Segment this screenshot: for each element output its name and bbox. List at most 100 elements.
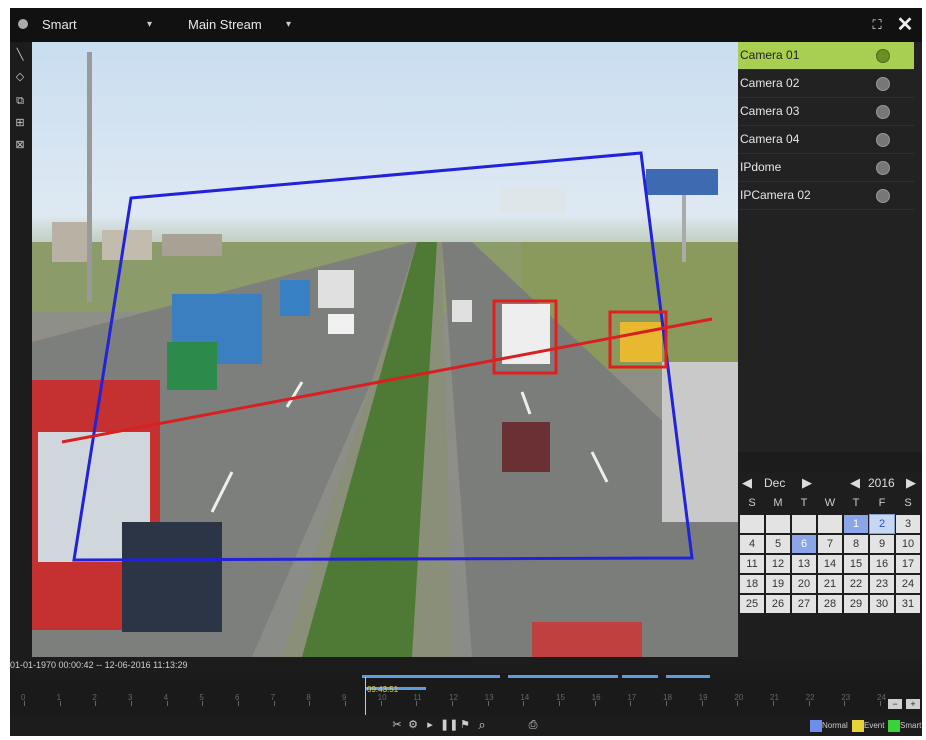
camera-item[interactable]: Camera 04 bbox=[738, 126, 914, 154]
calendar-day[interactable]: 26 bbox=[766, 595, 790, 613]
settings-icon[interactable]: ⚙ bbox=[406, 718, 420, 732]
polygon-draw-tool-icon[interactable]: ◇ bbox=[13, 70, 27, 84]
line-draw-tool-icon[interactable]: ╲ bbox=[13, 48, 27, 62]
calendar-day[interactable]: 28 bbox=[818, 595, 842, 613]
camera-item[interactable]: IPCamera 02 bbox=[738, 182, 914, 210]
camera-item[interactable]: IPdome bbox=[738, 154, 914, 182]
calendar-day[interactable]: 6 bbox=[792, 535, 816, 553]
calendar-day[interactable]: 14 bbox=[818, 555, 842, 573]
calendar-day[interactable]: 31 bbox=[896, 595, 920, 613]
calendar-day[interactable] bbox=[766, 515, 790, 533]
calendar-day[interactable]: 20 bbox=[792, 575, 816, 593]
zoom-out-icon[interactable]: − bbox=[888, 699, 902, 709]
calendar-day[interactable]: 29 bbox=[844, 595, 868, 613]
calendar-day[interactable]: 4 bbox=[740, 535, 764, 553]
camera-label: IPdome bbox=[740, 160, 782, 174]
weekday-label: T bbox=[800, 497, 808, 509]
export-icon[interactable]: ⎙ bbox=[526, 718, 540, 732]
zoom-in-icon[interactable]: + bbox=[906, 699, 920, 709]
camera-status-icon bbox=[876, 105, 890, 119]
timeline-hour-label: 5 bbox=[199, 693, 204, 702]
timeline[interactable]: 09:43:51 − + 0 1 2 3 4 5 6 7 8 9 10 11 12 13 14 15 16 17 1… bbox=[10, 673, 922, 715]
camera-item[interactable]: Camera 01 bbox=[738, 42, 914, 70]
legend-swatch bbox=[810, 720, 822, 732]
timeline-hour-label: 3 bbox=[128, 693, 133, 702]
calendar-day[interactable]: 24 bbox=[896, 575, 920, 593]
prev-year-icon[interactable]: ◀ bbox=[850, 475, 860, 491]
calendar-day[interactable] bbox=[740, 515, 764, 533]
calendar-day[interactable]: 2 bbox=[869, 514, 895, 534]
weekday-label: T bbox=[852, 497, 860, 509]
camera-status-icon bbox=[876, 161, 890, 175]
calendar-year: 2016 bbox=[868, 476, 895, 490]
playback-cursor[interactable] bbox=[365, 677, 366, 715]
timeline-hour-label: 18 bbox=[663, 693, 672, 702]
camera-label: Camera 03 bbox=[740, 104, 800, 118]
calendar-month: Dec bbox=[764, 476, 786, 490]
calendar: ◀ Dec ▶ ◀ 2016 ▶ S M T W T F S 1 2 3 4 5 6 7 8 9 10 11 12 1… bbox=[738, 473, 922, 659]
tag-icon[interactable]: ⚑ bbox=[458, 718, 472, 732]
calendar-day[interactable]: 3 bbox=[896, 515, 920, 533]
calendar-day[interactable]: 25 bbox=[740, 595, 764, 613]
clear-tool-icon[interactable]: ⊠ bbox=[13, 138, 27, 152]
camera-label: Camera 02 bbox=[740, 76, 800, 90]
screenshot-frame: Smart ▾ Main Stream ▾ ⛶ ✕ ╲ ◇ ⧉ ⊞ ⊠ Came… bbox=[0, 0, 926, 740]
stream-select[interactable]: Main Stream bbox=[188, 8, 262, 42]
calendar-day[interactable]: 21 bbox=[818, 575, 842, 593]
playback-window: Smart ▾ Main Stream ▾ ⛶ ✕ ╲ ◇ ⧉ ⊞ ⊠ Came… bbox=[10, 8, 922, 736]
camera-item[interactable]: Camera 03 bbox=[738, 98, 914, 126]
play-icon[interactable]: ▸ bbox=[423, 718, 437, 732]
calendar-day[interactable]: 17 bbox=[896, 555, 920, 573]
zoom-icon[interactable]: ⌕ bbox=[475, 718, 489, 732]
timeline-hour-label: 1 bbox=[56, 693, 62, 702]
mode-select[interactable]: Smart bbox=[42, 8, 77, 42]
calendar-day[interactable]: 10 bbox=[896, 535, 920, 553]
calendar-day[interactable]: 9 bbox=[870, 535, 894, 553]
calendar-day[interactable]: 15 bbox=[844, 555, 868, 573]
camera-status-icon bbox=[876, 189, 890, 203]
region-tool-icon[interactable]: ⧉ bbox=[13, 94, 27, 108]
calendar-day[interactable]: 1 bbox=[844, 515, 868, 533]
recording-range-text: 01-01-1970 00:00:42 -- 12-06-2016 11:13:… bbox=[10, 660, 188, 670]
next-year-icon[interactable]: ▶ bbox=[906, 475, 916, 491]
calendar-day[interactable]: 23 bbox=[870, 575, 894, 593]
timeline-hour-label: 11 bbox=[413, 693, 422, 702]
cut-icon[interactable]: ✂ bbox=[390, 718, 404, 732]
calendar-day[interactable]: 12 bbox=[766, 555, 790, 573]
prev-month-icon[interactable]: ◀ bbox=[742, 475, 752, 491]
calendar-day[interactable]: 18 bbox=[740, 575, 764, 593]
camera-item[interactable]: Camera 02 bbox=[738, 70, 914, 98]
calendar-header: ◀ Dec ▶ ◀ 2016 ▶ bbox=[738, 473, 922, 493]
weekday-label: W bbox=[824, 497, 836, 509]
calendar-day[interactable]: 22 bbox=[844, 575, 868, 593]
calendar-day[interactable]: 27 bbox=[792, 595, 816, 613]
video-view[interactable] bbox=[32, 42, 738, 657]
timeline-hour-label: 0 bbox=[21, 693, 26, 702]
camera-list: Camera 01 Camera 02 Camera 03 Camera 04 … bbox=[738, 42, 922, 452]
calendar-day[interactable]: 16 bbox=[870, 555, 894, 573]
calendar-day[interactable] bbox=[818, 515, 842, 533]
chevron-down-icon[interactable]: ▾ bbox=[147, 8, 152, 42]
calendar-day[interactable]: 8 bbox=[844, 535, 868, 553]
recording-bar bbox=[362, 675, 500, 678]
next-month-icon[interactable]: ▶ bbox=[802, 475, 812, 491]
close-icon[interactable]: ✕ bbox=[894, 14, 916, 36]
calendar-day[interactable]: 11 bbox=[740, 555, 764, 573]
timeline-hour-label: 24 bbox=[877, 693, 886, 702]
fullscreen-icon[interactable]: ⛶ bbox=[866, 14, 888, 36]
calendar-day[interactable]: 7 bbox=[818, 535, 842, 553]
calendar-day[interactable]: 5 bbox=[766, 535, 790, 553]
recording-bar bbox=[666, 675, 710, 678]
legend-normal: Normal bbox=[810, 720, 848, 732]
camera-label: Camera 04 bbox=[740, 132, 800, 146]
smart-mode-icon bbox=[18, 19, 28, 29]
calendar-day[interactable]: 13 bbox=[792, 555, 816, 573]
video-scene bbox=[32, 52, 738, 657]
chevron-down-icon[interactable]: ▾ bbox=[286, 8, 291, 42]
camera-status-icon bbox=[876, 133, 890, 147]
calendar-day[interactable]: 30 bbox=[870, 595, 894, 613]
full-screen-region-tool-icon[interactable]: ⊞ bbox=[13, 116, 27, 130]
calendar-day[interactable]: 19 bbox=[766, 575, 790, 593]
calendar-day[interactable] bbox=[792, 515, 816, 533]
pause-icon[interactable]: ❚❚ bbox=[440, 718, 458, 732]
